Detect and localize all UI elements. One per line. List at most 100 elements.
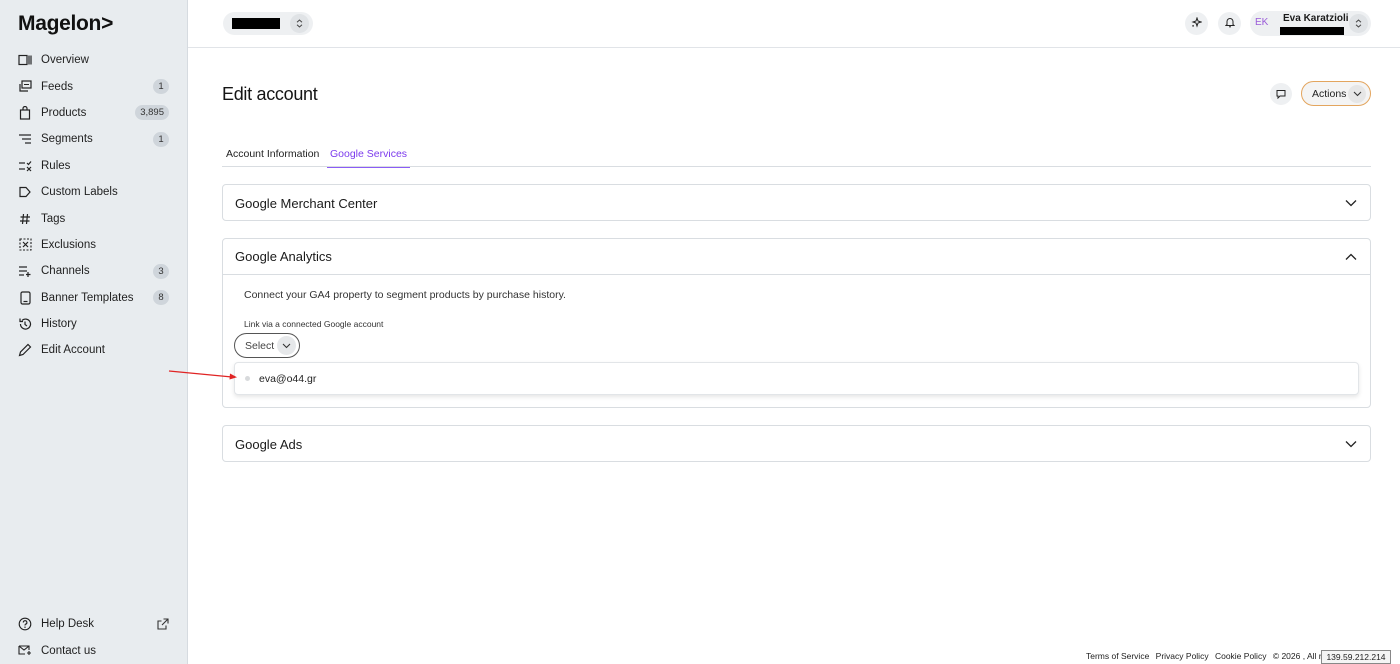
google-account-select[interactable]: Select xyxy=(234,333,300,358)
sidebar-item-history[interactable]: History xyxy=(0,311,187,337)
sparkle-icon xyxy=(1191,16,1203,31)
contact-icon xyxy=(18,644,32,658)
external-link-icon xyxy=(157,618,169,630)
panel-title: Google Analytics xyxy=(235,249,332,264)
panel-title: Google Ads xyxy=(235,436,303,452)
tab-google-services[interactable]: Google Services xyxy=(326,148,411,168)
sidebar-item-label: Feeds xyxy=(41,80,73,93)
sidebar-item-label: Edit Account xyxy=(41,344,105,357)
sidebar-item-help-desk[interactable]: Help Desk xyxy=(0,611,187,637)
overview-icon xyxy=(18,53,32,67)
workspace-select[interactable] xyxy=(223,12,313,35)
actions-button[interactable]: Actions xyxy=(1301,81,1371,106)
sidebar-item-edit-account[interactable]: Edit Account xyxy=(0,337,187,363)
sidebar-item-label: Channels xyxy=(41,265,90,278)
sidebar-item-tags[interactable]: Tags xyxy=(0,205,187,231)
bag-icon xyxy=(18,105,32,120)
sidebar-item-label: Contact us xyxy=(41,644,96,657)
link-account-label: Link via a connected Google account xyxy=(244,319,384,329)
select-value: Select xyxy=(245,339,275,352)
sidebar-item-banner-templates[interactable]: Banner Templates 8 xyxy=(0,285,187,311)
option-label: eva@o44.gr xyxy=(259,372,317,385)
google-analytics-header[interactable]: Google Analytics xyxy=(223,239,1370,275)
sidebar-item-label: Overview xyxy=(41,54,89,67)
updown-chevron-icon xyxy=(1349,14,1368,33)
updown-chevron-icon xyxy=(290,14,309,33)
google-account-option[interactable]: eva@o44.gr xyxy=(234,362,1359,395)
analytics-description: Connect your GA4 property to segment pro… xyxy=(244,289,566,301)
terms-link[interactable]: Terms of Service xyxy=(1086,651,1149,661)
count-badge: 3 xyxy=(153,263,169,279)
sidebar-item-contact-us[interactable]: Contact us xyxy=(0,637,187,663)
exclusion-icon xyxy=(18,238,32,252)
chevron-down-icon xyxy=(1344,437,1358,451)
google-ads-header[interactable]: Google Ads xyxy=(223,426,1370,462)
user-name: Eva Karatzioli xyxy=(1283,13,1349,24)
google-merchant-center-panel: Google Merchant Center xyxy=(222,184,1371,221)
sparkle-button[interactable] xyxy=(1185,12,1208,35)
redacted-user-subtitle xyxy=(1280,27,1344,35)
ip-address-overlay: 139.59.212.214 xyxy=(1321,650,1391,664)
avatar: EK xyxy=(1255,17,1269,28)
sidebar-item-feeds[interactable]: Feeds 1 xyxy=(0,73,187,99)
option-dot-icon xyxy=(245,376,250,381)
banner-icon xyxy=(18,291,32,305)
rules-icon xyxy=(18,159,32,173)
privacy-link[interactable]: Privacy Policy xyxy=(1156,651,1209,661)
app-logo[interactable]: Magelon> xyxy=(18,12,113,36)
chevron-down-icon xyxy=(1348,85,1366,103)
chevron-down-icon xyxy=(277,336,296,355)
actions-label: Actions xyxy=(1312,87,1347,100)
annotation-arrow-icon xyxy=(168,370,237,380)
channels-icon xyxy=(18,264,32,278)
sidebar-item-overview[interactable]: Overview xyxy=(0,47,187,73)
sidebar-nav: Overview Feeds 1 Products 3,895 Segments… xyxy=(0,47,187,364)
sidebar: Magelon> Overview Feeds 1 Products 3,895 xyxy=(0,0,188,664)
footer: Terms of Service Privacy Policy Cookie P… xyxy=(1086,651,1326,661)
cookie-link[interactable]: Cookie Policy xyxy=(1215,651,1267,661)
chevron-down-icon xyxy=(1344,196,1358,210)
sidebar-item-rules[interactable]: Rules xyxy=(0,153,187,179)
sidebar-item-label: Tags xyxy=(41,212,66,225)
count-badge: 8 xyxy=(153,290,169,306)
help-icon xyxy=(18,617,32,631)
panel-title: Google Merchant Center xyxy=(235,195,378,211)
google-ads-panel: Google Ads xyxy=(222,425,1371,462)
hash-icon xyxy=(18,212,32,226)
sidebar-item-custom-labels[interactable]: Custom Labels xyxy=(0,179,187,205)
label-icon xyxy=(18,185,32,199)
comment-button[interactable] xyxy=(1270,83,1292,105)
user-menu[interactable]: EK Eva Karatzioli xyxy=(1250,11,1371,36)
sidebar-item-segments[interactable]: Segments 1 xyxy=(0,126,187,152)
tab-bar: Account Information Google Services xyxy=(222,146,1371,168)
sidebar-item-label: Rules xyxy=(41,159,71,172)
segments-icon xyxy=(18,132,32,146)
sidebar-item-label: Help Desk xyxy=(41,618,95,631)
notifications-button[interactable] xyxy=(1218,12,1241,35)
chevron-up-icon xyxy=(1344,250,1358,264)
google-merchant-center-header[interactable]: Google Merchant Center xyxy=(223,185,1370,221)
tab-account-information[interactable]: Account Information xyxy=(226,148,319,167)
top-bar: EK Eva Karatzioli xyxy=(188,0,1400,48)
count-badge: 1 xyxy=(153,131,169,147)
sidebar-item-label: Custom Labels xyxy=(41,186,118,199)
sidebar-item-products[interactable]: Products 3,895 xyxy=(0,100,187,126)
sidebar-item-exclusions[interactable]: Exclusions xyxy=(0,232,187,258)
copyright-text: © 2026 , All r xyxy=(1272,651,1322,661)
redacted-workspace-name xyxy=(232,18,280,29)
sidebar-item-label: Segments xyxy=(41,133,93,146)
sidebar-bottom-nav: Help Desk Contact us xyxy=(0,611,187,664)
count-badge: 1 xyxy=(153,79,169,95)
sidebar-item-label: Banner Templates xyxy=(41,291,134,304)
bell-icon xyxy=(1224,16,1235,31)
count-badge: 3,895 xyxy=(135,105,169,121)
feeds-icon xyxy=(18,80,32,94)
sidebar-item-label: Exclusions xyxy=(41,238,96,251)
page-title: Edit account xyxy=(222,84,318,104)
sidebar-item-label: Products xyxy=(41,106,87,119)
sidebar-item-channels[interactable]: Channels 3 xyxy=(0,258,187,284)
sidebar-item-label: History xyxy=(41,318,77,331)
comment-icon xyxy=(1276,87,1286,102)
pencil-icon xyxy=(18,343,32,357)
history-icon xyxy=(18,317,32,331)
